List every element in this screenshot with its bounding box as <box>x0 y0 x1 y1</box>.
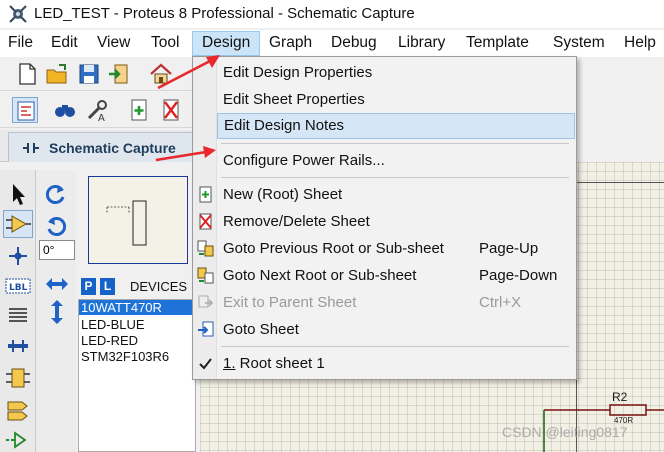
menu-item-root-sheet-1[interactable]: 1. Root sheet 1 <box>199 351 575 377</box>
component-reference: R2 <box>612 390 628 404</box>
preview-drawing <box>106 200 147 246</box>
menu-item-remove-delete-sheet[interactable]: Remove/Delete Sheet <box>199 209 575 235</box>
schematic-mode-icon[interactable] <box>12 97 38 123</box>
menu-item-goto-next-sheet[interactable]: Goto Next Root or Sub-sheet Page-Down <box>197 263 575 289</box>
sub-circuit-icon[interactable] <box>3 364 33 392</box>
rotation-angle-field[interactable]: 0° <box>39 240 75 260</box>
devices-header: P L DEVICES <box>76 276 196 298</box>
orientation-toolbar: 0° <box>36 170 76 452</box>
menu-separator <box>221 143 569 144</box>
watermark: CSDN @leiting0817 <box>502 424 628 440</box>
menu-template[interactable]: Template <box>466 34 529 52</box>
menu-item-goto-sheet[interactable]: Goto Sheet <box>198 317 575 343</box>
text-script-icon[interactable] <box>3 302 33 330</box>
rotate-clockwise-icon[interactable] <box>44 182 68 206</box>
mode-toolbar: LBL <box>0 170 36 452</box>
menu-separator <box>221 346 569 347</box>
svg-text:LBL: LBL <box>9 283 28 293</box>
design-menu-dropdown: Edit Design Properties Edit Sheet Proper… <box>192 56 577 380</box>
menu-system[interactable]: System <box>553 34 605 52</box>
schematic-tab-icon <box>23 143 39 153</box>
annotation-arrow-to-power-rails <box>155 146 216 162</box>
menu-bar: File Edit View Tool Design Graph Debug L… <box>0 30 664 57</box>
device-item[interactable]: LED-BLUE <box>81 317 145 332</box>
component-mode-icon[interactable] <box>3 210 33 238</box>
delete-sheet-icon <box>199 213 212 230</box>
toolbar-tools: A <box>0 92 200 128</box>
property-tool-icon[interactable]: A <box>84 97 110 123</box>
title-bar: LED_TEST - Proteus 8 Professional - Sche… <box>0 0 664 28</box>
menu-item-exit-to-parent-sheet[interactable]: Exit to Parent Sheet Ctrl+X <box>198 290 575 316</box>
new-file-icon[interactable] <box>14 61 40 87</box>
binoculars-icon[interactable] <box>52 97 78 123</box>
menu-debug[interactable]: Debug <box>331 34 377 52</box>
selection-mode-icon[interactable] <box>3 180 33 208</box>
menu-edit[interactable]: Edit <box>51 34 78 52</box>
svg-text:A: A <box>98 113 105 123</box>
overview-preview[interactable] <box>88 176 188 264</box>
menu-item-edit-sheet-properties[interactable]: Edit Sheet Properties <box>217 87 575 113</box>
menu-graph[interactable]: Graph <box>269 34 312 52</box>
next-sheet-icon <box>197 267 214 284</box>
bus-icon[interactable] <box>3 332 33 360</box>
delete-sheet-toolbar-icon[interactable] <box>158 97 184 123</box>
device-item-selected[interactable]: 10WATT470R <box>79 300 195 315</box>
menu-item-configure-power-rails[interactable]: Configure Power Rails... <box>217 148 575 174</box>
menu-item-goto-previous-sheet[interactable]: Goto Previous Root or Sub-sheet Page-Up <box>197 236 575 262</box>
junction-dot-icon[interactable] <box>3 242 33 270</box>
new-sheet-toolbar-icon[interactable] <box>126 97 152 123</box>
proteus-logo-icon <box>9 5 27 23</box>
import-icon[interactable] <box>106 61 132 87</box>
save-icon[interactable] <box>76 61 102 87</box>
device-item[interactable]: STM32F103R6 <box>81 349 169 364</box>
new-sheet-icon <box>199 186 212 203</box>
menu-library[interactable]: Library <box>398 34 445 52</box>
rotate-anticlockwise-icon[interactable] <box>44 214 68 238</box>
menu-help[interactable]: Help <box>624 34 656 52</box>
open-folder-icon[interactable] <box>44 61 70 87</box>
wire-label-icon[interactable]: LBL <box>3 272 33 300</box>
menu-item-new-root-sheet[interactable]: New (Root) Sheet <box>199 182 575 208</box>
window-title: LED_TEST - Proteus 8 Professional - Sche… <box>34 5 415 22</box>
annotation-arrow-to-design-menu <box>157 55 220 90</box>
menu-item-edit-design-properties[interactable]: Edit Design Properties <box>217 60 575 86</box>
menu-item-edit-design-notes[interactable]: Edit Design Notes <box>217 113 575 139</box>
devices-title: DEVICES <box>130 279 188 294</box>
mirror-vertical-icon[interactable] <box>47 298 67 326</box>
menu-view[interactable]: View <box>97 34 130 52</box>
library-manager-button[interactable]: L <box>100 278 115 295</box>
terminal-mode-icon[interactable] <box>3 396 33 424</box>
device-list[interactable]: 10WATT470R LED-BLUE LED-RED STM32F103R6 <box>78 299 196 452</box>
goto-sheet-icon <box>198 321 214 337</box>
pick-devices-button[interactable]: P <box>81 278 96 295</box>
checkmark-icon <box>199 358 212 370</box>
previous-sheet-icon <box>197 240 214 257</box>
parent-sheet-icon <box>198 295 214 308</box>
menu-file[interactable]: File <box>8 34 33 52</box>
device-pin-icon[interactable] <box>3 426 33 452</box>
mirror-horizontal-icon[interactable] <box>44 274 70 294</box>
device-item[interactable]: LED-RED <box>81 333 138 348</box>
menu-separator <box>221 177 569 178</box>
